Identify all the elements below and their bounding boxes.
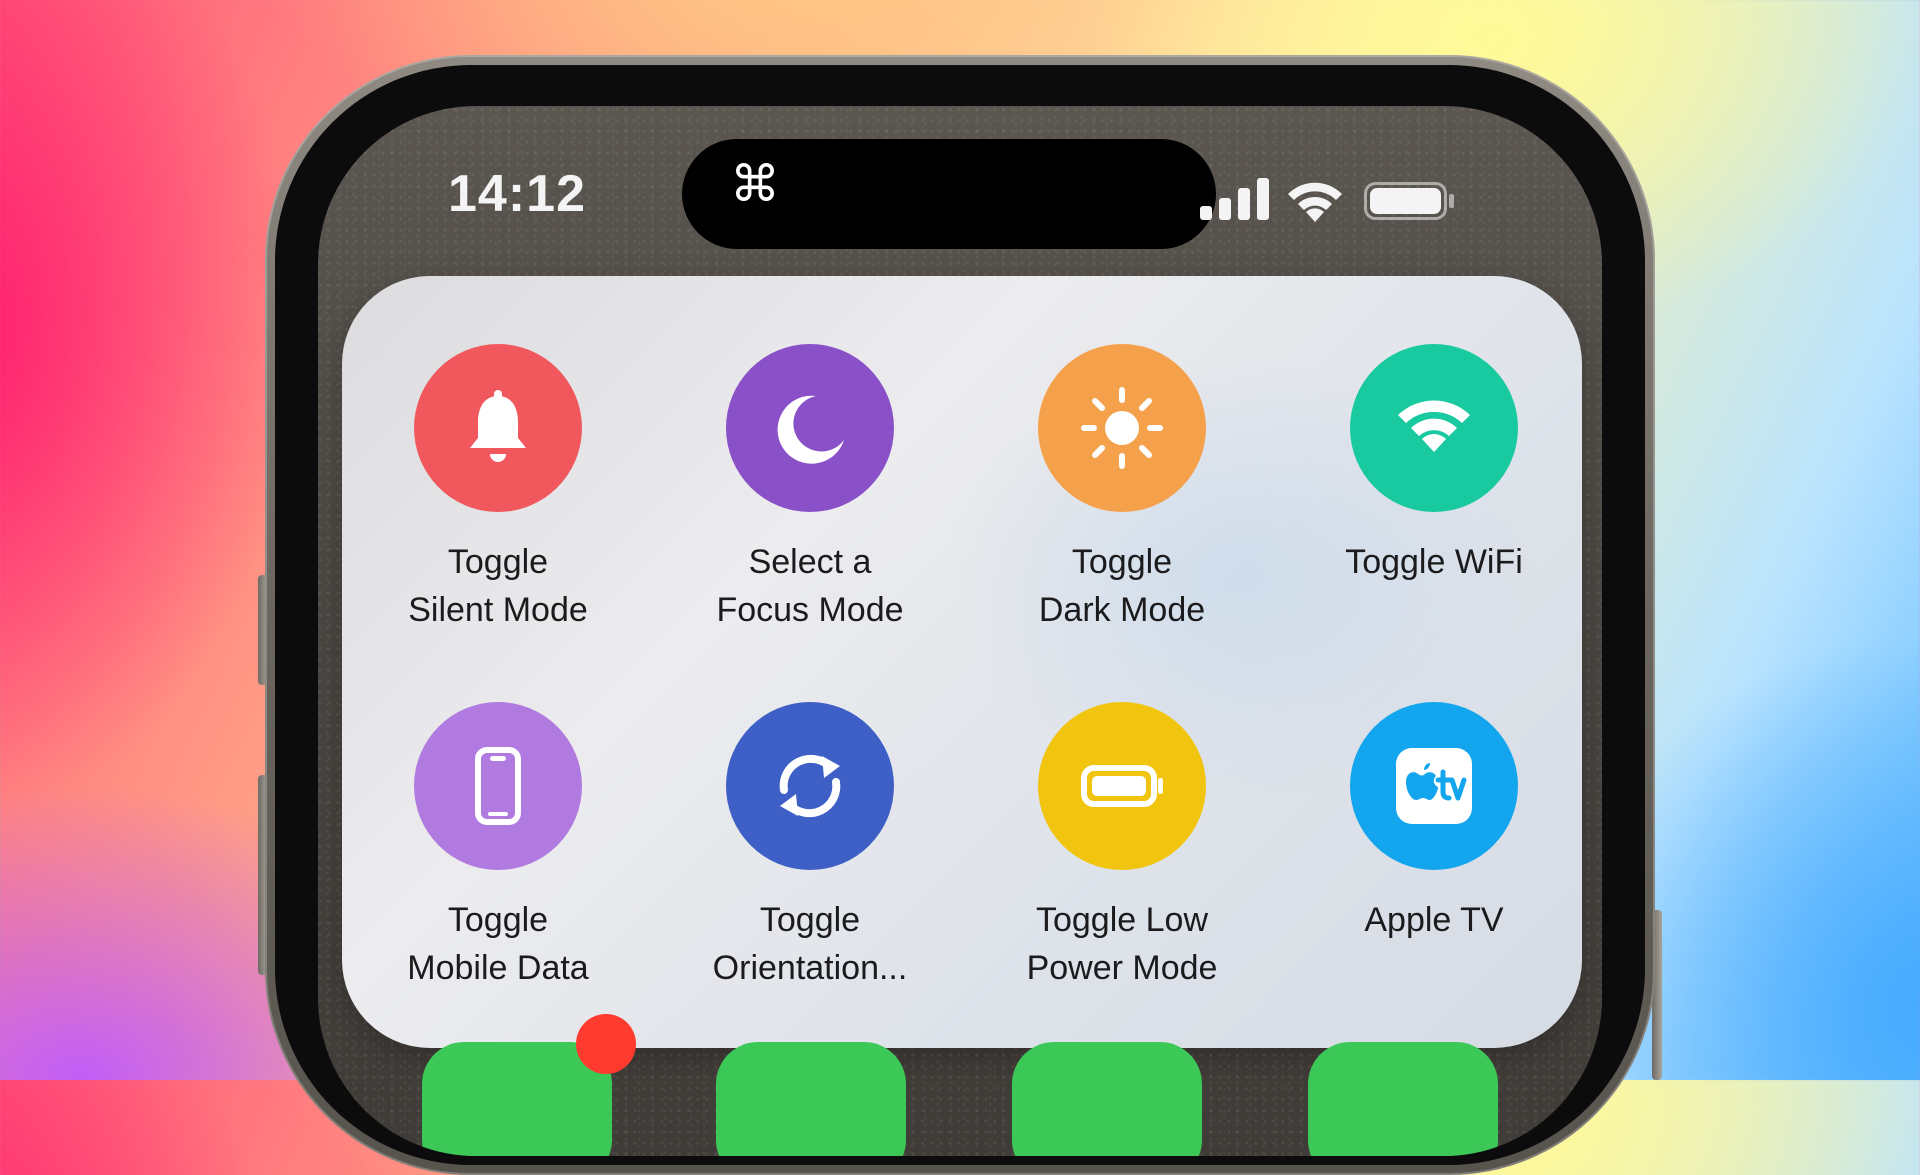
wifi-icon: [1398, 400, 1470, 452]
shortcut-icon-circle: [1038, 344, 1206, 512]
shortcut-label: Select a Focus Mode: [716, 543, 904, 629]
dynamic-island[interactable]: ⌘: [682, 139, 1216, 249]
phone-screen: 14:12 ⌘ Toggle Silent Mode Select a Focu…: [318, 106, 1602, 1156]
apple-tv-icon: [1396, 748, 1472, 824]
status-time: 14:12: [448, 165, 586, 223]
phone-icon: [475, 747, 521, 825]
shortcut-label: Toggle WiFi: [1345, 543, 1523, 581]
sun-icon: [1081, 387, 1163, 469]
command-icon: ⌘: [730, 155, 780, 213]
shortcut-toggle-wifi[interactable]: Toggle WiFi: [1278, 344, 1590, 586]
shortcut-label: Toggle Orientation...: [712, 901, 908, 987]
shortcut-icon-circle: [726, 702, 894, 870]
moon-icon: [777, 395, 844, 464]
rotate-icon: [779, 754, 841, 818]
shortcut-icon-circle: [1350, 702, 1518, 870]
bell-icon: [470, 390, 526, 462]
shortcut-select-focus-mode[interactable]: Select a Focus Mode: [654, 344, 966, 634]
shortcut-toggle-low-power-mode[interactable]: Toggle Low Power Mode: [966, 702, 1278, 992]
shortcut-toggle-mobile-data[interactable]: Toggle Mobile Data: [342, 702, 654, 992]
shortcut-toggle-silent-mode[interactable]: Toggle Silent Mode: [342, 344, 654, 634]
shortcuts-widget: Toggle Silent Mode Select a Focus Mode T…: [342, 276, 1582, 1048]
shortcut-apple-tv[interactable]: Apple TV: [1278, 702, 1590, 944]
battery-icon: [1364, 182, 1454, 220]
shortcut-label: Apple TV: [1364, 901, 1504, 939]
shortcut-toggle-dark-mode[interactable]: Toggle Dark Mode: [966, 344, 1278, 634]
dock-app-icon[interactable]: [716, 1042, 906, 1156]
battery-icon: [1081, 765, 1163, 807]
dock-app-icon[interactable]: [1012, 1042, 1202, 1156]
wifi-icon: [1288, 182, 1342, 222]
shortcut-icon-circle: [1350, 344, 1518, 512]
shortcut-icon-circle: [726, 344, 894, 512]
shortcut-label: Toggle Dark Mode: [1038, 543, 1206, 629]
shortcut-label: Toggle Silent Mode: [408, 543, 588, 629]
shortcut-label: Toggle Low Power Mode: [1026, 901, 1218, 987]
shortcut-icon-circle: [414, 344, 582, 512]
notification-badge: [576, 1014, 636, 1074]
shortcut-toggle-orientation[interactable]: Toggle Orientation...: [654, 702, 966, 992]
shortcut-icon-circle: [414, 702, 582, 870]
dock-app-icon[interactable]: [1308, 1042, 1498, 1156]
cellular-signal-icon: [1200, 178, 1269, 220]
shortcut-label: Toggle Mobile Data: [407, 901, 589, 987]
shortcut-icon-circle: [1038, 702, 1206, 870]
